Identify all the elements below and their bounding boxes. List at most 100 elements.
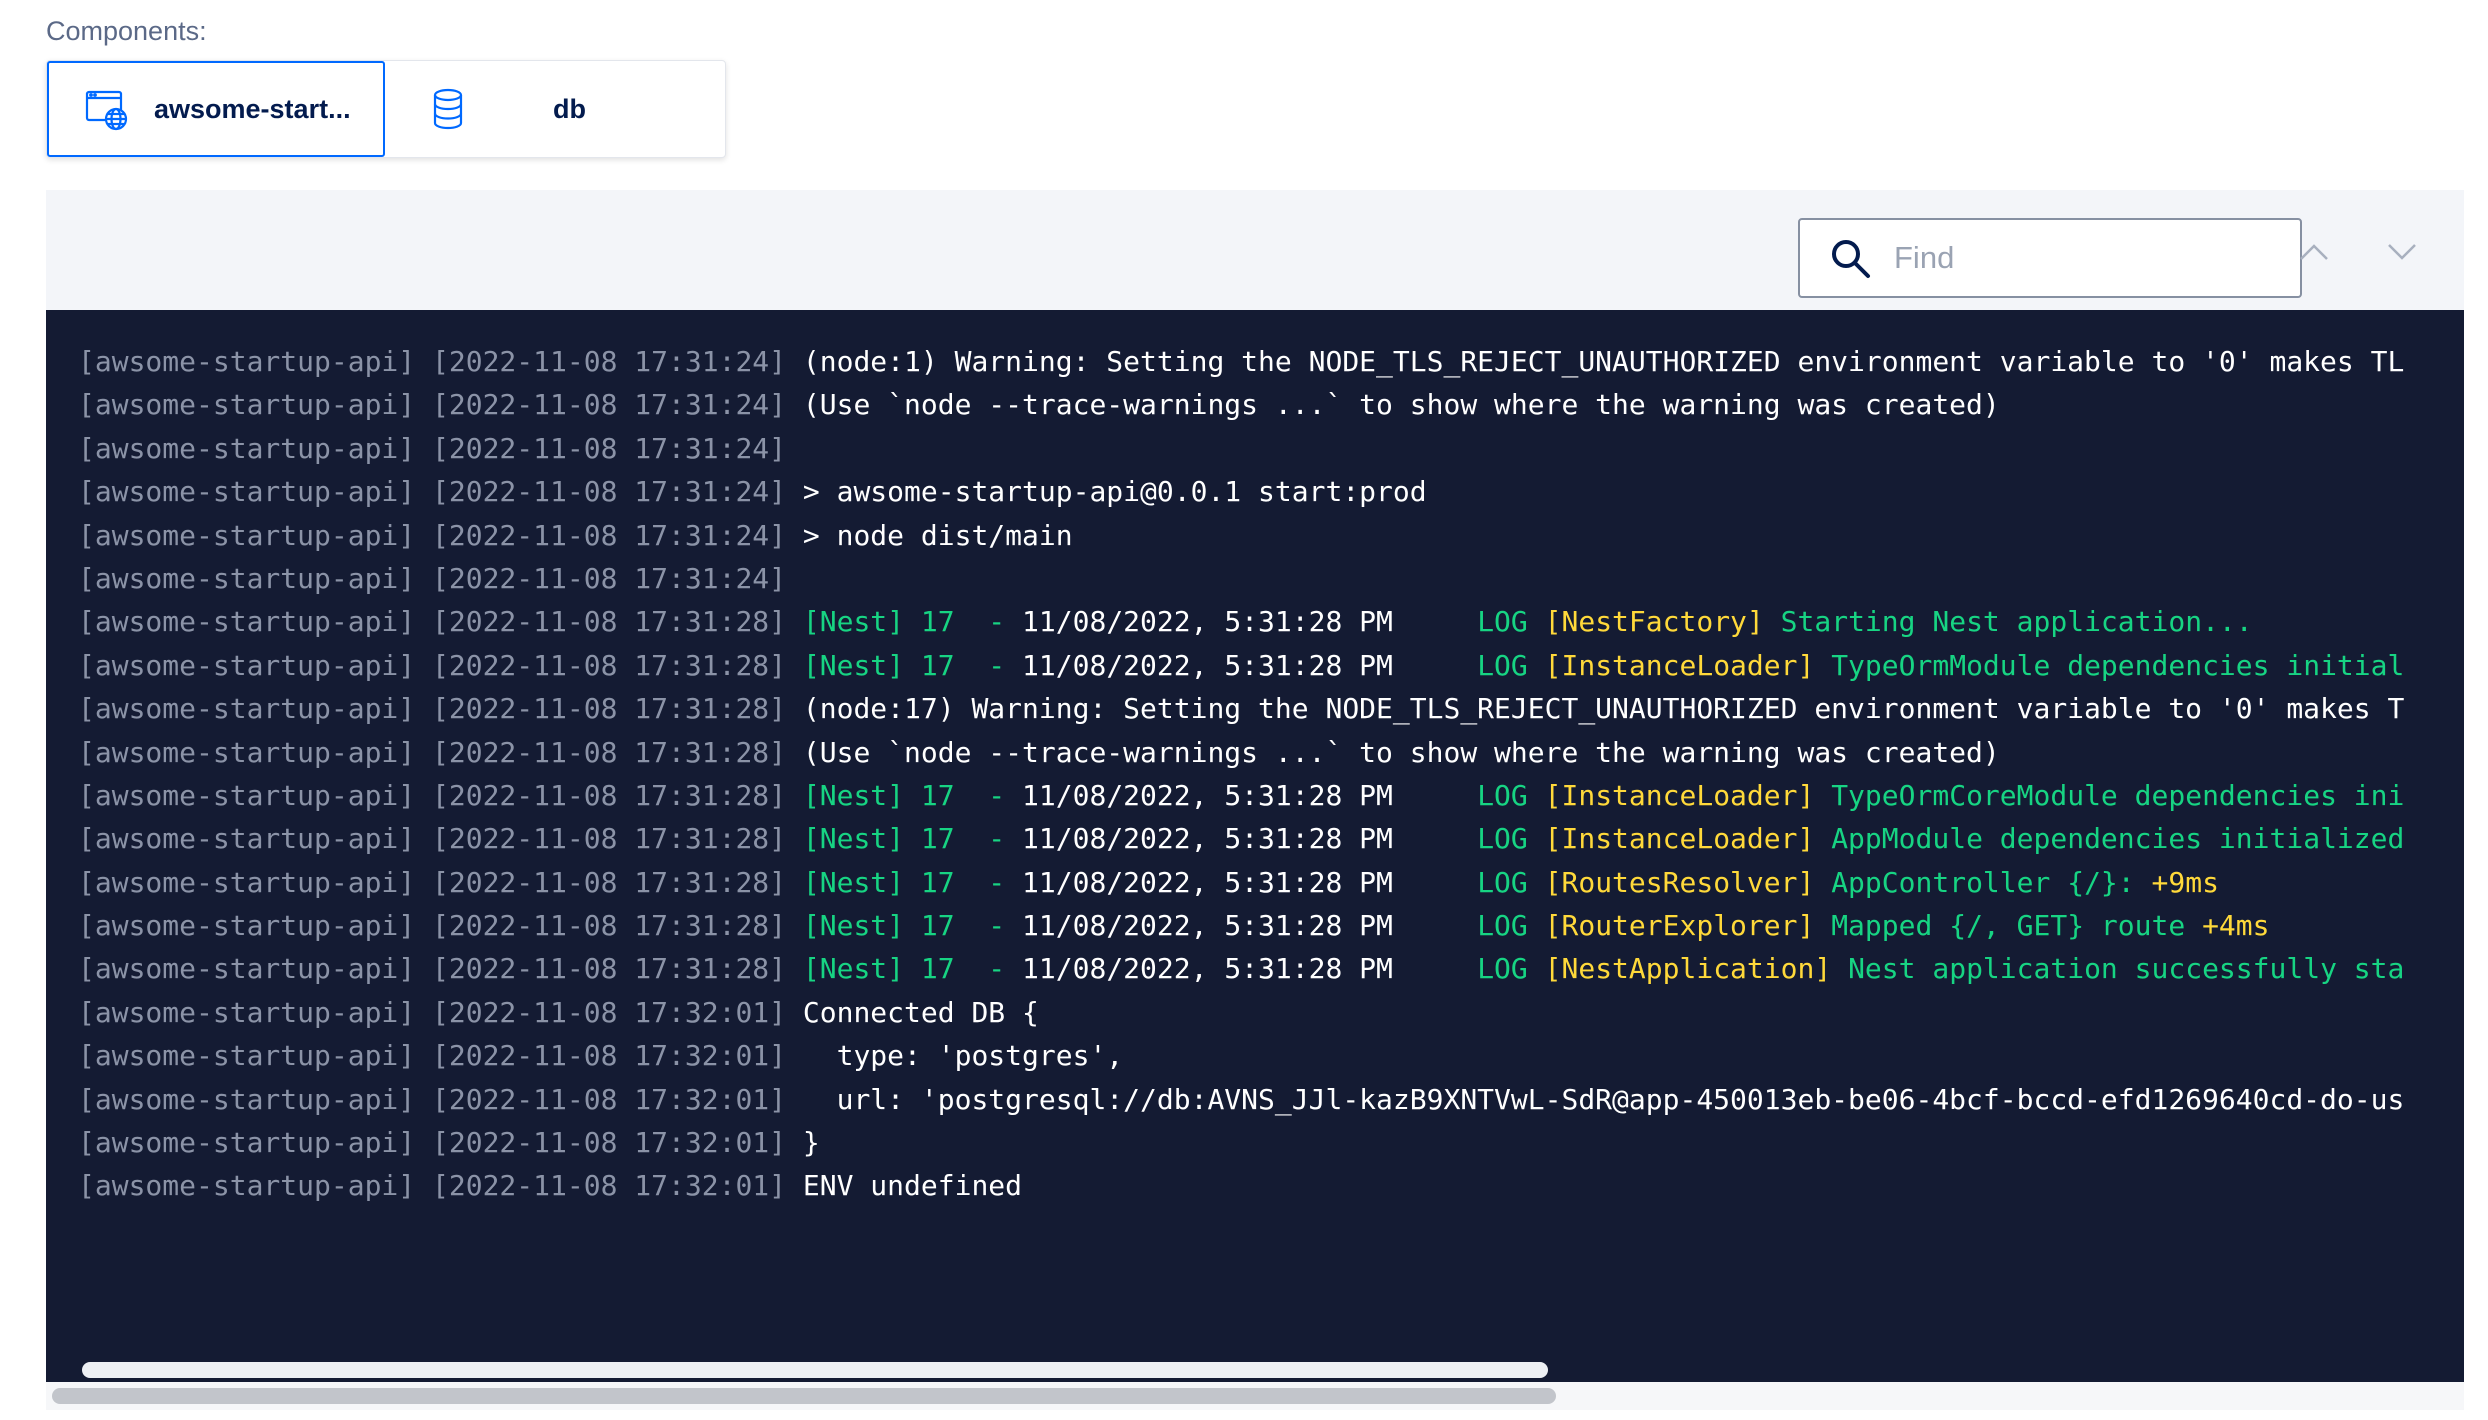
log-line: [awsome-startup-api] [2022-11-08 17:31:2… bbox=[78, 817, 2432, 860]
log-line: [awsome-startup-api] [2022-11-08 17:31:2… bbox=[78, 600, 2432, 643]
log-line: [awsome-startup-api] [2022-11-08 17:31:2… bbox=[78, 774, 2432, 817]
log-line-prefix: [awsome-startup-api] [2022-11-08 17:31:2… bbox=[78, 778, 803, 812]
log-line-text: LOG bbox=[1392, 865, 1545, 899]
log-output[interactable]: [awsome-startup-api] [2022-11-08 17:31:2… bbox=[46, 310, 2464, 1382]
log-line-text: type: 'postgres', bbox=[802, 1039, 1124, 1073]
log-line-text: [RouterExplorer] bbox=[1544, 909, 1832, 943]
log-line-text: Starting Nest application... bbox=[1780, 605, 2253, 639]
log-line-prefix: [awsome-startup-api] [2022-11-08 17:32:0… bbox=[78, 1039, 803, 1073]
log-line-text: } bbox=[802, 1126, 820, 1160]
chevron-down-icon bbox=[2388, 244, 2416, 260]
log-line-text: 11/08/2022, 5:31:28 PM bbox=[1022, 605, 1393, 639]
web-service-icon bbox=[84, 86, 130, 132]
log-line: [awsome-startup-api] [2022-11-08 17:32:0… bbox=[78, 991, 2432, 1034]
log-line: [awsome-startup-api] [2022-11-08 17:31:2… bbox=[78, 687, 2432, 730]
log-line: [awsome-startup-api] [2022-11-08 17:31:2… bbox=[78, 947, 2432, 990]
log-line-prefix: [awsome-startup-api] [2022-11-08 17:32:0… bbox=[78, 1126, 803, 1160]
component-tab-label: awsome-start... bbox=[154, 93, 351, 124]
log-toolbar bbox=[46, 190, 2464, 310]
log-line: [awsome-startup-api] [2022-11-08 17:31:2… bbox=[78, 644, 2432, 687]
component-tabs: awsome-start... db bbox=[46, 60, 726, 158]
log-line: [awsome-startup-api] [2022-11-08 17:31:2… bbox=[78, 383, 2432, 426]
log-line-text: > node dist/main bbox=[802, 518, 1073, 552]
log-line-text: [NestFactory] bbox=[1544, 605, 1781, 639]
log-line-text: AppModule dependencies initialized bbox=[1831, 822, 2405, 856]
log-line-text: [NestApplication] bbox=[1544, 952, 1849, 986]
log-line-text: (node:17) Warning: Setting the NODE_TLS_… bbox=[802, 692, 2405, 726]
log-line: [awsome-startup-api] [2022-11-08 17:31:2… bbox=[78, 427, 2432, 470]
log-line-text: TypeOrmModule dependencies initial bbox=[1831, 648, 2405, 682]
log-line-text: [Nest] 17 - bbox=[802, 865, 1023, 899]
log-line: [awsome-startup-api] [2022-11-08 17:32:0… bbox=[78, 1034, 2432, 1077]
log-line-text: [Nest] 17 - bbox=[802, 909, 1023, 943]
log-line-text: [InstanceLoader] bbox=[1544, 822, 1832, 856]
log-line-prefix: [awsome-startup-api] [2022-11-08 17:31:2… bbox=[78, 518, 803, 552]
database-icon bbox=[425, 86, 471, 132]
log-line-prefix: [awsome-startup-api] [2022-11-08 17:31:2… bbox=[78, 735, 803, 769]
log-line-prefix: [awsome-startup-api] [2022-11-08 17:31:2… bbox=[78, 909, 803, 943]
log-line-prefix: [awsome-startup-api] [2022-11-08 17:31:2… bbox=[78, 692, 803, 726]
log-line-text: [Nest] 17 - bbox=[802, 822, 1023, 856]
log-line-prefix: [awsome-startup-api] [2022-11-08 17:31:2… bbox=[78, 561, 787, 595]
log-line-text: LOG bbox=[1392, 909, 1545, 943]
log-line-text: 11/08/2022, 5:31:28 PM bbox=[1022, 822, 1393, 856]
log-line-text: 11/08/2022, 5:31:28 PM bbox=[1022, 952, 1393, 986]
log-line-text: LOG bbox=[1392, 605, 1545, 639]
log-line-text: (node:1) Warning: Setting the NODE_TLS_R… bbox=[802, 345, 2405, 378]
log-line-text: LOG bbox=[1392, 822, 1545, 856]
next-match-button[interactable] bbox=[2380, 230, 2424, 274]
log-line: [awsome-startup-api] [2022-11-08 17:31:2… bbox=[78, 731, 2432, 774]
log-line-text: [Nest] 17 - bbox=[802, 605, 1023, 639]
log-line: [awsome-startup-api] [2022-11-08 17:32:0… bbox=[78, 1121, 2432, 1164]
log-line: [awsome-startup-api] [2022-11-08 17:32:0… bbox=[78, 1164, 2432, 1207]
log-line-text: url: 'postgresql://db:AVNS_JJl-kazB9XNTV… bbox=[802, 1082, 2405, 1116]
log-line-text: [Nest] 17 - bbox=[802, 648, 1023, 682]
log-line-text: 11/08/2022, 5:31:28 PM bbox=[1022, 778, 1393, 812]
log-line-prefix: [awsome-startup-api] [2022-11-08 17:31:2… bbox=[78, 345, 803, 378]
components-label: Components: bbox=[46, 16, 207, 46]
log-line-text: +4ms bbox=[2202, 909, 2270, 943]
page-horizontal-scrollbar[interactable] bbox=[52, 1388, 1556, 1404]
component-tab-awsome-startup-api[interactable]: awsome-start... bbox=[47, 61, 385, 157]
log-line-text: Mapped {/, GET} route bbox=[1831, 909, 2203, 943]
log-line-text: AppController {/}: bbox=[1831, 865, 2152, 899]
log-line-prefix: [awsome-startup-api] [2022-11-08 17:32:0… bbox=[78, 1082, 803, 1116]
log-line-prefix: [awsome-startup-api] [2022-11-08 17:31:2… bbox=[78, 475, 803, 509]
log-line: [awsome-startup-api] [2022-11-08 17:31:2… bbox=[78, 470, 2432, 513]
chevron-up-icon bbox=[2300, 244, 2328, 260]
log-line-prefix: [awsome-startup-api] [2022-11-08 17:31:2… bbox=[78, 865, 803, 899]
log-line-text: [Nest] 17 - bbox=[802, 778, 1023, 812]
log-line: [awsome-startup-api] [2022-11-08 17:31:2… bbox=[78, 861, 2432, 904]
log-line-text: LOG bbox=[1392, 952, 1545, 986]
log-line-text: 11/08/2022, 5:31:28 PM bbox=[1022, 865, 1393, 899]
log-line-text: LOG bbox=[1392, 778, 1545, 812]
log-line-text: Nest application successfully sta bbox=[1848, 952, 2405, 986]
log-line-prefix: [awsome-startup-api] [2022-11-08 17:32:0… bbox=[78, 995, 803, 1029]
log-line-text: 11/08/2022, 5:31:28 PM bbox=[1022, 909, 1393, 943]
log-line: [awsome-startup-api] [2022-11-08 17:31:2… bbox=[78, 340, 2432, 383]
log-line-text: [InstanceLoader] bbox=[1544, 778, 1832, 812]
log-line: [awsome-startup-api] [2022-11-08 17:32:0… bbox=[78, 1078, 2432, 1121]
log-line: [awsome-startup-api] [2022-11-08 17:31:2… bbox=[78, 557, 2432, 600]
log-line-text: +9ms bbox=[2151, 865, 2219, 899]
horizontal-scrollbar[interactable] bbox=[82, 1362, 1548, 1378]
log-line-text: ENV undefined bbox=[802, 1169, 1023, 1203]
log-line: [awsome-startup-api] [2022-11-08 17:31:2… bbox=[78, 904, 2432, 947]
log-line-text: LOG bbox=[1392, 648, 1545, 682]
component-tab-label: db bbox=[553, 93, 586, 124]
page-scrollbar-track bbox=[46, 1382, 2464, 1410]
component-tab-db[interactable]: db bbox=[385, 61, 723, 157]
log-line-prefix: [awsome-startup-api] [2022-11-08 17:31:2… bbox=[78, 648, 803, 682]
find-box[interactable] bbox=[1798, 218, 2302, 298]
log-line-text: (Use `node --trace-warnings ...` to show… bbox=[802, 388, 2000, 422]
previous-match-button[interactable] bbox=[2292, 230, 2336, 274]
log-line-text: [Nest] 17 - bbox=[802, 952, 1023, 986]
log-line-text: TypeOrmCoreModule dependencies ini bbox=[1831, 778, 2405, 812]
log-line-prefix: [awsome-startup-api] [2022-11-08 17:31:2… bbox=[78, 822, 803, 856]
find-input[interactable] bbox=[1894, 240, 2294, 276]
log-line: [awsome-startup-api] [2022-11-08 17:31:2… bbox=[78, 514, 2432, 557]
log-line-prefix: [awsome-startup-api] [2022-11-08 17:31:2… bbox=[78, 431, 787, 465]
log-line-text: (Use `node --trace-warnings ...` to show… bbox=[802, 735, 2000, 769]
log-lines: [awsome-startup-api] [2022-11-08 17:31:2… bbox=[78, 340, 2432, 1208]
log-line-prefix: [awsome-startup-api] [2022-11-08 17:31:2… bbox=[78, 952, 803, 986]
